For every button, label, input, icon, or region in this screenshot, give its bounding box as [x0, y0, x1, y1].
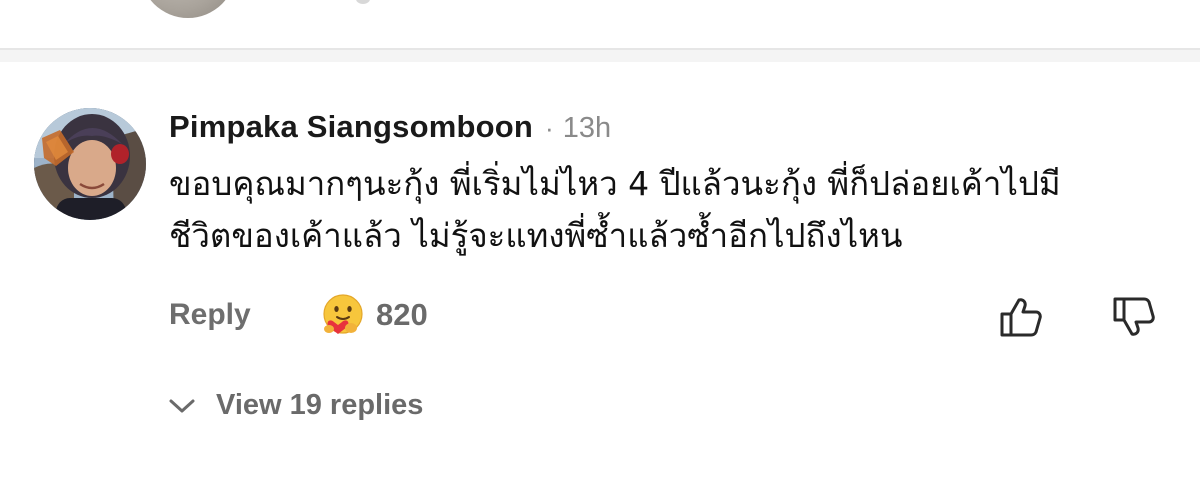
reaction-summary[interactable]: 820 [320, 292, 428, 338]
comment-timestamp: 13h [562, 112, 612, 144]
comment-divider-gap [0, 50, 1200, 62]
reply-button[interactable]: Reply [169, 298, 251, 332]
comment-header: Pimpaka Siangsomboon · 13h [169, 109, 611, 145]
view-replies-label: View 19 replies [216, 389, 424, 421]
avatar[interactable] [34, 108, 146, 220]
previous-comment-fragment [356, 0, 370, 4]
avatar-photo [34, 108, 146, 220]
thumbs-down-icon[interactable] [1111, 294, 1157, 340]
thumbs-up-icon[interactable] [998, 294, 1044, 340]
previous-comment-avatar[interactable] [140, 0, 236, 18]
chevron-down-icon [169, 399, 195, 412]
comment-text: ขอบคุณมากๆนะกุ้ง พี่เริ่มไม่ไหว 4 ปีแล้ว… [169, 158, 1129, 262]
care-emoji-icon [323, 294, 363, 334]
reaction-count: 820 [376, 297, 428, 332]
comment-item: Pimpaka Siangsomboon · 13h ขอบคุณมากๆนะก… [0, 62, 1200, 486]
view-replies-button[interactable]: View 19 replies [168, 389, 423, 422]
header-separator: · [545, 113, 554, 143]
comment-text-line-1: ขอบคุณมากๆนะกุ้ง พี่เริ่มไม่ไหว 4 ปีแล้ว… [169, 164, 1061, 203]
author-name[interactable]: Pimpaka Siangsomboon [169, 109, 533, 145]
comment-text-line-2: ชีวิตของเค้าแล้ว ไม่รู้จะแทงพี่ซ้ำแล้วซ้… [169, 216, 903, 255]
